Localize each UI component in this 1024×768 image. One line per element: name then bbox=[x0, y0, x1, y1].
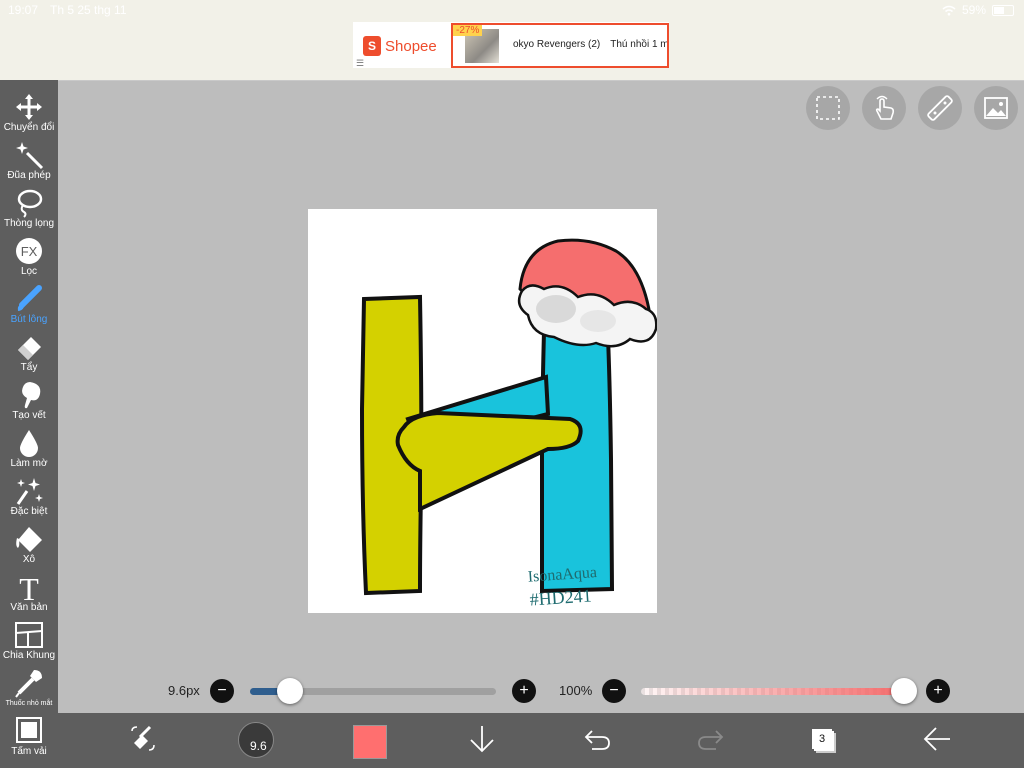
tool-label: Văn bản bbox=[10, 602, 48, 613]
status-date: Th 5 25 thg 11 bbox=[50, 3, 127, 17]
tool-bucket[interactable]: Xô bbox=[0, 522, 58, 570]
tool-special[interactable]: Đặc biệt bbox=[0, 474, 58, 522]
letter-h-right-stem bbox=[540, 328, 615, 594]
lasso-icon bbox=[17, 189, 43, 218]
text-glyph: T bbox=[19, 572, 39, 602]
artwork: IsonaAqua #HD241 bbox=[359, 238, 658, 610]
download-arrow-icon[interactable] bbox=[468, 723, 496, 755]
brush-size-value: 9.6px bbox=[168, 683, 200, 698]
battery-percent: 59% bbox=[961, 3, 986, 17]
ruler-icon bbox=[927, 95, 953, 121]
tool-blur[interactable]: Làm mờ bbox=[0, 426, 58, 474]
move-icon bbox=[16, 94, 42, 120]
tool-magic-wand[interactable]: Đũa phép bbox=[0, 138, 58, 186]
ad-product-1: okyo Revengers (2) bbox=[513, 39, 601, 50]
tool-filter[interactable]: FX Lọc bbox=[0, 234, 58, 282]
tool-label: Tẩy bbox=[20, 362, 38, 373]
layers-button[interactable]: 3 bbox=[812, 729, 832, 749]
brush-size-plus-button[interactable]: + bbox=[512, 679, 536, 703]
fx-glyph: FX bbox=[21, 244, 38, 259]
tool-smudge[interactable]: Tạo vết bbox=[0, 378, 58, 426]
selection-icon bbox=[816, 96, 840, 120]
blur-icon bbox=[20, 430, 38, 457]
redo-icon[interactable] bbox=[696, 723, 726, 755]
tool-label: Tạo vết bbox=[12, 410, 46, 421]
image-button[interactable] bbox=[974, 86, 1018, 130]
tool-label: Bút lông bbox=[10, 314, 48, 325]
opacity-value: 100% bbox=[559, 683, 593, 698]
status-indicators: 59% bbox=[942, 3, 1014, 17]
special-icon bbox=[16, 478, 43, 505]
tool-label: Chia Khung bbox=[2, 650, 56, 661]
tool-brush[interactable]: Bút lông bbox=[0, 282, 58, 330]
opacity-slider[interactable] bbox=[641, 688, 907, 695]
brush-preview-size: 9.6 bbox=[250, 739, 267, 753]
brush-eraser-swap-icon[interactable] bbox=[128, 723, 158, 755]
selection-button[interactable] bbox=[806, 86, 850, 130]
ad-product-text: okyo Revengers (2) Thú nhồi 1 m bbox=[513, 39, 669, 50]
tool-label: Xô bbox=[22, 554, 36, 565]
brush-settings-button[interactable]: 9.6 bbox=[238, 722, 274, 758]
tool-label: Lọc bbox=[20, 266, 38, 277]
smudge-icon bbox=[22, 382, 41, 409]
frame-divider-icon bbox=[15, 622, 43, 648]
tool-lasso[interactable]: Thòng lọng bbox=[0, 186, 58, 234]
color-picker-button[interactable] bbox=[353, 725, 387, 759]
brush-icon bbox=[17, 285, 42, 311]
canvas-icon bbox=[16, 717, 42, 743]
bottom-bar: 9.6 3 bbox=[58, 713, 1024, 768]
fx-filter-icon: FX bbox=[16, 238, 42, 264]
ad-product-2: Thú nhồi 1 m bbox=[610, 39, 669, 50]
ad-menu-icon[interactable]: ☰ bbox=[356, 58, 364, 69]
image-icon bbox=[984, 97, 1008, 119]
magic-wand-icon bbox=[16, 142, 44, 170]
bucket-icon bbox=[16, 527, 42, 552]
tool-eraser[interactable]: Tẩy bbox=[0, 330, 58, 378]
eyedropper-icon bbox=[15, 670, 42, 698]
eraser-icon bbox=[18, 337, 41, 360]
opacity-slider-thumb[interactable] bbox=[891, 678, 917, 704]
tool-text[interactable]: T Văn bản bbox=[0, 570, 58, 618]
tool-label: Chuyển đổi bbox=[3, 122, 55, 133]
shopee-bag-icon: S bbox=[363, 36, 381, 56]
top-bar: 19:07 Th 5 25 thg 11 59% S Shopee ☰ -27%… bbox=[0, 0, 1024, 81]
signature-line2: #HD241 bbox=[529, 585, 592, 609]
tool-label: Tấm vải bbox=[11, 746, 47, 757]
tool-label: Thòng lọng bbox=[3, 218, 55, 229]
undo-icon[interactable] bbox=[582, 723, 612, 755]
ruler-button[interactable] bbox=[918, 86, 962, 130]
discount-badge: -27% bbox=[453, 25, 483, 36]
ad-banner[interactable]: S Shopee ☰ -27% okyo Revengers (2) Thú nh… bbox=[353, 22, 669, 68]
drawing-canvas[interactable]: IsonaAqua #HD241 bbox=[308, 209, 658, 613]
brush-size-minus-button[interactable]: − bbox=[210, 679, 234, 703]
touch-gesture-button[interactable] bbox=[862, 86, 906, 130]
tool-label: Đặc biệt bbox=[10, 506, 48, 517]
back-arrow-icon[interactable] bbox=[922, 723, 952, 755]
wifi-icon bbox=[942, 5, 956, 15]
touch-gesture-icon bbox=[875, 95, 895, 120]
ad-product[interactable]: -27% okyo Revengers (2) Thú nhồi 1 m bbox=[451, 23, 669, 68]
tool-eyedropper[interactable]: Thuốc nhỏ mắt bbox=[0, 666, 58, 714]
text-icon: T bbox=[19, 572, 39, 602]
opacity-minus-button[interactable]: − bbox=[602, 679, 626, 703]
tool-label: Đũa phép bbox=[7, 170, 51, 181]
opacity-plus-button[interactable]: + bbox=[926, 679, 950, 703]
tool-label: Thuốc nhỏ mắt bbox=[5, 700, 53, 707]
ad-brand: Shopee bbox=[385, 37, 437, 55]
tool-label: Làm mờ bbox=[10, 458, 48, 469]
status-time: 19:07 bbox=[8, 3, 39, 17]
tool-transform[interactable]: Chuyển đổi bbox=[0, 90, 58, 138]
battery-icon bbox=[992, 4, 1014, 16]
tool-canvas[interactable]: Tấm vải bbox=[0, 714, 58, 762]
tool-sidebar: Chuyển đổi Đũa phép Thòng lọng FX Lọc Bú… bbox=[0, 80, 58, 768]
brush-size-slider-thumb[interactable] bbox=[277, 678, 303, 704]
shopee-logo[interactable]: S Shopee bbox=[363, 32, 449, 60]
tool-frame-divider[interactable]: Chia Khung bbox=[0, 618, 58, 666]
